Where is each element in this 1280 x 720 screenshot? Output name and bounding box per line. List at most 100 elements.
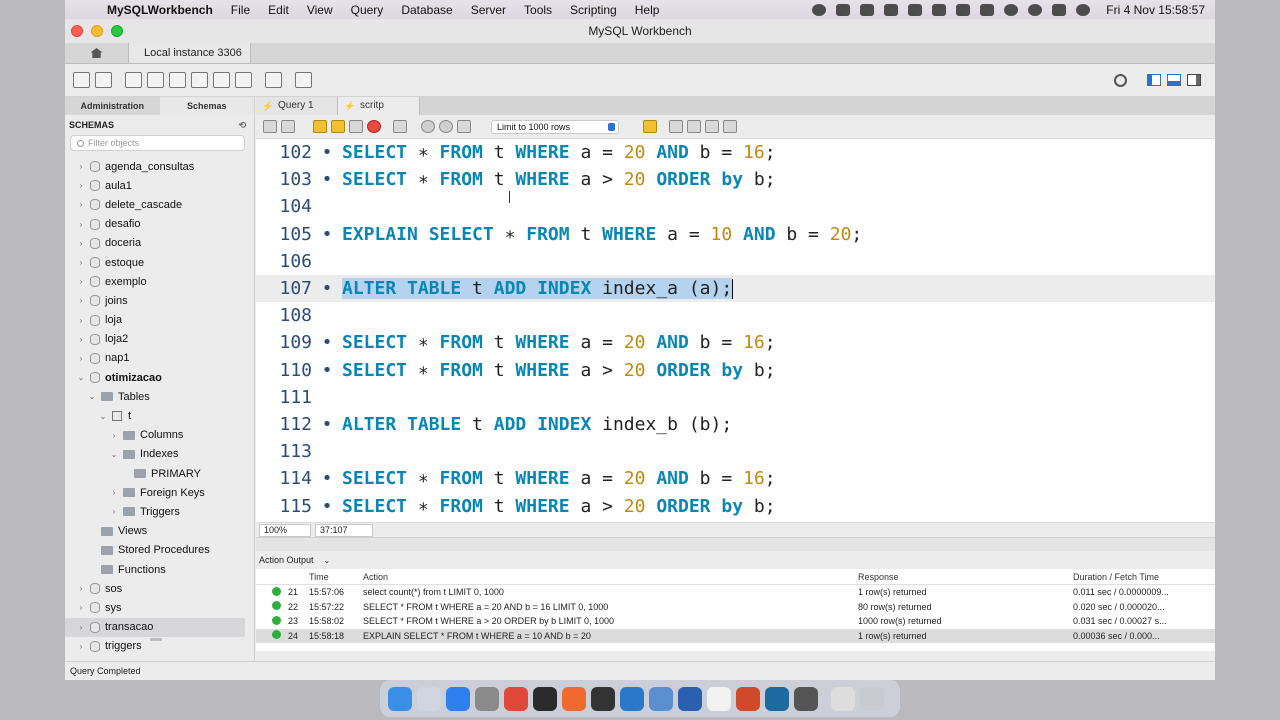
- open-file-icon[interactable]: [263, 120, 277, 133]
- maximize-window-button[interactable]: [111, 25, 123, 37]
- minimize-window-button[interactable]: [91, 25, 103, 37]
- chevron-right-icon[interactable]: ›: [108, 431, 120, 440]
- tree-item-primary[interactable]: PRIMARY: [65, 464, 254, 483]
- chevron-right-icon[interactable]: ›: [75, 277, 87, 286]
- chevron-right-icon[interactable]: ›: [75, 354, 87, 363]
- create-view-icon[interactable]: [191, 72, 208, 88]
- refresh-schemas-icon[interactable]: ⟲: [238, 120, 246, 131]
- chevron-down-icon[interactable]: ⌄: [97, 412, 109, 421]
- tree-item-exemplo[interactable]: › exemplo: [65, 272, 254, 291]
- menu-help[interactable]: Help: [626, 3, 669, 17]
- word-wrap-icon[interactable]: [723, 120, 737, 133]
- code-line[interactable]: 105 • EXPLAIN SELECT ∗ FROM t WHERE a = 10…: [256, 221, 1215, 248]
- mysql-icon[interactable]: [765, 686, 789, 711]
- menu-tools[interactable]: Tools: [515, 3, 561, 17]
- vscode-icon[interactable]: [620, 686, 644, 711]
- tree-item-transacao[interactable]: › transacao: [65, 617, 245, 637]
- open-sql-script-icon[interactable]: [95, 72, 112, 88]
- textedit-icon[interactable]: [707, 686, 731, 711]
- chevron-down-icon[interactable]: ⌄: [86, 392, 98, 401]
- tree-item-aula1[interactable]: › aula1: [65, 176, 254, 195]
- panel-splitter[interactable]: [256, 537, 1215, 551]
- tree-item-indexes[interactable]: ⌄ Indexes: [65, 445, 254, 464]
- create-table-icon[interactable]: [169, 72, 186, 88]
- filter-objects-input[interactable]: Filter objects: [70, 135, 245, 151]
- chevron-down-icon[interactable]: ⌄: [75, 373, 87, 382]
- inspector-icon[interactable]: [125, 72, 142, 88]
- col-response[interactable]: Response: [858, 572, 1073, 582]
- tree-item-delete-cascade[interactable]: › delete_cascade: [65, 195, 254, 214]
- output-selector[interactable]: Action Output: [259, 555, 314, 565]
- sidebar-scrollbar[interactable]: [150, 638, 162, 641]
- app-status-icon[interactable]: [956, 3, 971, 16]
- output-row[interactable]: 21 15:57:06 select count(*) from t LIMIT 0…: [256, 585, 1215, 600]
- new-sql-tab-icon[interactable]: [73, 72, 90, 88]
- tab-administration[interactable]: Administration: [65, 97, 160, 115]
- record-icon[interactable]: [812, 3, 827, 16]
- code-line[interactable]: 110 • SELECT ∗ FROM t WHERE a > 20 ORDER b…: [256, 357, 1215, 384]
- rollback-icon[interactable]: [439, 120, 453, 133]
- control-center-icon[interactable]: [1052, 3, 1067, 16]
- find-icon[interactable]: [687, 120, 701, 133]
- tree-item-tables[interactable]: ⌄ Tables: [65, 387, 254, 406]
- tree-item-sos[interactable]: › sos: [65, 579, 254, 598]
- siri-icon[interactable]: [1076, 3, 1091, 16]
- chevron-right-icon[interactable]: ›: [75, 584, 87, 593]
- preview-icon[interactable]: [831, 686, 855, 711]
- chevron-right-icon[interactable]: ›: [75, 623, 87, 632]
- quicktime-icon[interactable]: [794, 686, 818, 711]
- code-line[interactable]: 111: [256, 384, 1215, 411]
- output-row[interactable]: 22 15:57:22 SELECT * FROM t WHERE a = 20 A…: [256, 600, 1215, 615]
- chevron-right-icon[interactable]: ›: [75, 296, 87, 305]
- tree-item-loja[interactable]: › loja: [65, 311, 254, 330]
- autocommit-icon[interactable]: [457, 120, 471, 133]
- chevron-right-icon[interactable]: ›: [75, 220, 87, 229]
- limit-rows-select[interactable]: Limit to 1000 rows: [491, 119, 619, 134]
- save-icon[interactable]: [281, 120, 295, 133]
- tree-item-triggers[interactable]: › Triggers: [65, 502, 254, 521]
- powerpoint-icon[interactable]: [736, 686, 760, 711]
- explain-icon[interactable]: [349, 120, 363, 133]
- menu-database[interactable]: Database: [392, 3, 461, 17]
- chevron-right-icon[interactable]: ›: [75, 335, 87, 344]
- chevron-down-icon[interactable]: ⌄: [324, 556, 331, 565]
- trash-icon[interactable]: [860, 686, 884, 711]
- chevron-right-icon[interactable]: ›: [108, 507, 120, 516]
- menu-clock[interactable]: Fri 4 Nov 15:58:57: [1106, 3, 1205, 17]
- preferences-gear-icon[interactable]: [1114, 73, 1127, 87]
- launchpad-icon[interactable]: [417, 686, 441, 711]
- chevron-right-icon[interactable]: ›: [75, 316, 87, 325]
- menu-server[interactable]: Server: [462, 3, 515, 17]
- col-time[interactable]: Time: [309, 572, 363, 582]
- menu-file[interactable]: File: [222, 3, 259, 17]
- chevron-right-icon[interactable]: ›: [75, 258, 87, 267]
- chevron-right-icon[interactable]: ›: [75, 181, 87, 190]
- toggle-output-icon[interactable]: [1167, 74, 1181, 86]
- tree-item-sys[interactable]: › sys: [65, 598, 254, 617]
- finder-icon[interactable]: [388, 686, 412, 711]
- col-duration[interactable]: Duration / Fetch Time: [1073, 572, 1183, 582]
- tree-item-foreign-keys[interactable]: › Foreign Keys: [65, 483, 254, 502]
- commit-icon[interactable]: [421, 120, 435, 133]
- close-window-button[interactable]: [71, 25, 83, 37]
- chevron-right-icon[interactable]: ›: [75, 162, 87, 171]
- toggle-continue-on-error-icon[interactable]: [393, 120, 407, 133]
- tab-query-1[interactable]: Query 1: [256, 97, 338, 115]
- chevron-right-icon[interactable]: ›: [75, 200, 87, 209]
- postman-icon[interactable]: [562, 686, 586, 711]
- tree-item-loja2[interactable]: › loja2: [65, 330, 254, 349]
- stop-icon[interactable]: [367, 120, 381, 133]
- word-icon[interactable]: [678, 686, 702, 711]
- chevron-right-icon[interactable]: ›: [108, 488, 120, 497]
- toggle-secondary-sidebar-icon[interactable]: [1187, 74, 1201, 86]
- search-table-data-icon[interactable]: [265, 72, 282, 88]
- tree-item-doceria[interactable]: › doceria: [65, 234, 254, 253]
- code-line[interactable]: 103 • SELECT ∗ FROM t WHERE a > 20 ORDER b…: [256, 166, 1215, 193]
- tree-item-views[interactable]: Views: [65, 522, 254, 541]
- reconnect-icon[interactable]: [295, 72, 312, 88]
- menu-edit[interactable]: Edit: [259, 3, 298, 17]
- bluetooth-icon[interactable]: [908, 3, 923, 16]
- tree-item-joins[interactable]: › joins: [65, 291, 254, 310]
- menu-query[interactable]: Query: [342, 3, 393, 17]
- user-icon[interactable]: [1028, 3, 1043, 16]
